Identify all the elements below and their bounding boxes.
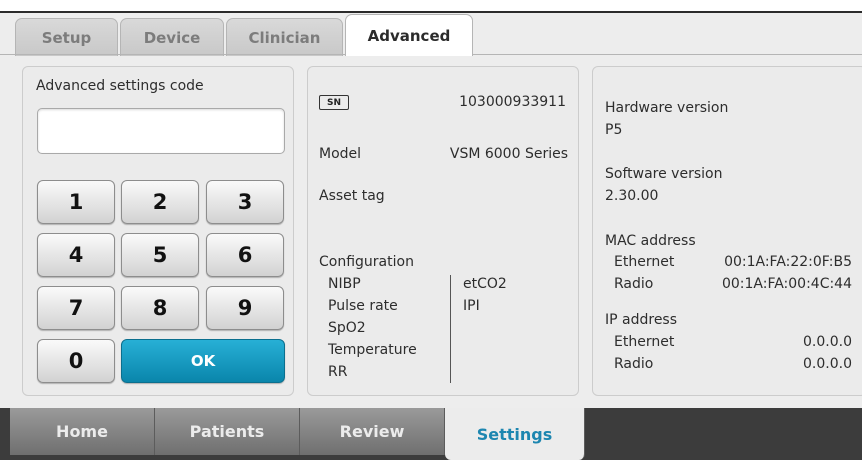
mac-address-label: MAC address — [605, 233, 696, 249]
tab-clinician[interactable]: Clinician — [226, 18, 343, 56]
nav-settings[interactable]: Settings — [445, 408, 585, 460]
model-label: Model — [319, 146, 362, 162]
key-8[interactable]: 8 — [121, 286, 199, 330]
key-7[interactable]: 7 — [37, 286, 115, 330]
code-label: Advanced settings code — [36, 78, 204, 94]
config-item: RR — [328, 364, 348, 380]
tab-advanced[interactable]: Advanced — [345, 14, 473, 56]
top-strip — [0, 0, 862, 13]
config-divider — [450, 275, 451, 383]
key-9[interactable]: 9 — [206, 286, 284, 330]
config-item: NIBP — [328, 276, 361, 292]
config-item: IPI — [463, 298, 480, 314]
key-3[interactable]: 3 — [206, 180, 284, 224]
hardware-version-label: Hardware version — [605, 100, 729, 116]
nav-patients[interactable]: Patients — [155, 408, 300, 455]
ip-address-label: IP address — [605, 312, 678, 328]
ip-ethernet-value: 0.0.0.0 — [803, 334, 852, 350]
config-item: SpO2 — [328, 320, 366, 336]
config-item: Pulse rate — [328, 298, 398, 314]
hardware-version-value: P5 — [605, 122, 623, 138]
key-4[interactable]: 4 — [37, 233, 115, 277]
ip-ethernet-label: Ethernet — [614, 334, 675, 350]
config-item: etCO2 — [463, 276, 507, 292]
ok-button[interactable]: OK — [121, 339, 285, 383]
serial-number: 103000933911 — [459, 94, 566, 110]
code-input[interactable] — [37, 108, 285, 154]
config-item: Temperature — [328, 342, 417, 358]
nav-review[interactable]: Review — [300, 408, 445, 455]
tab-setup[interactable]: Setup — [15, 18, 118, 56]
key-1[interactable]: 1 — [37, 180, 115, 224]
sn-badge: SN — [319, 95, 349, 110]
ip-radio-value: 0.0.0.0 — [803, 356, 852, 372]
ip-radio-label: Radio — [614, 356, 654, 372]
software-version-value: 2.30.00 — [605, 188, 659, 204]
asset-tag-label: Asset tag — [319, 188, 385, 204]
key-5[interactable]: 5 — [121, 233, 199, 277]
key-6[interactable]: 6 — [206, 233, 284, 277]
mac-radio-label: Radio — [614, 276, 654, 292]
nav-home[interactable]: Home — [10, 408, 155, 455]
mac-ethernet-value: 00:1A:FA:22:0F:B5 — [724, 254, 852, 270]
mac-radio-value: 00:1A:FA:00:4C:44 — [721, 276, 852, 292]
key-0[interactable]: 0 — [37, 339, 115, 383]
model-value: VSM 6000 Series — [449, 146, 568, 162]
key-2[interactable]: 2 — [121, 180, 199, 224]
tab-device[interactable]: Device — [120, 18, 224, 56]
configuration-label: Configuration — [319, 254, 414, 270]
mac-ethernet-label: Ethernet — [614, 254, 675, 270]
software-version-label: Software version — [605, 166, 723, 182]
